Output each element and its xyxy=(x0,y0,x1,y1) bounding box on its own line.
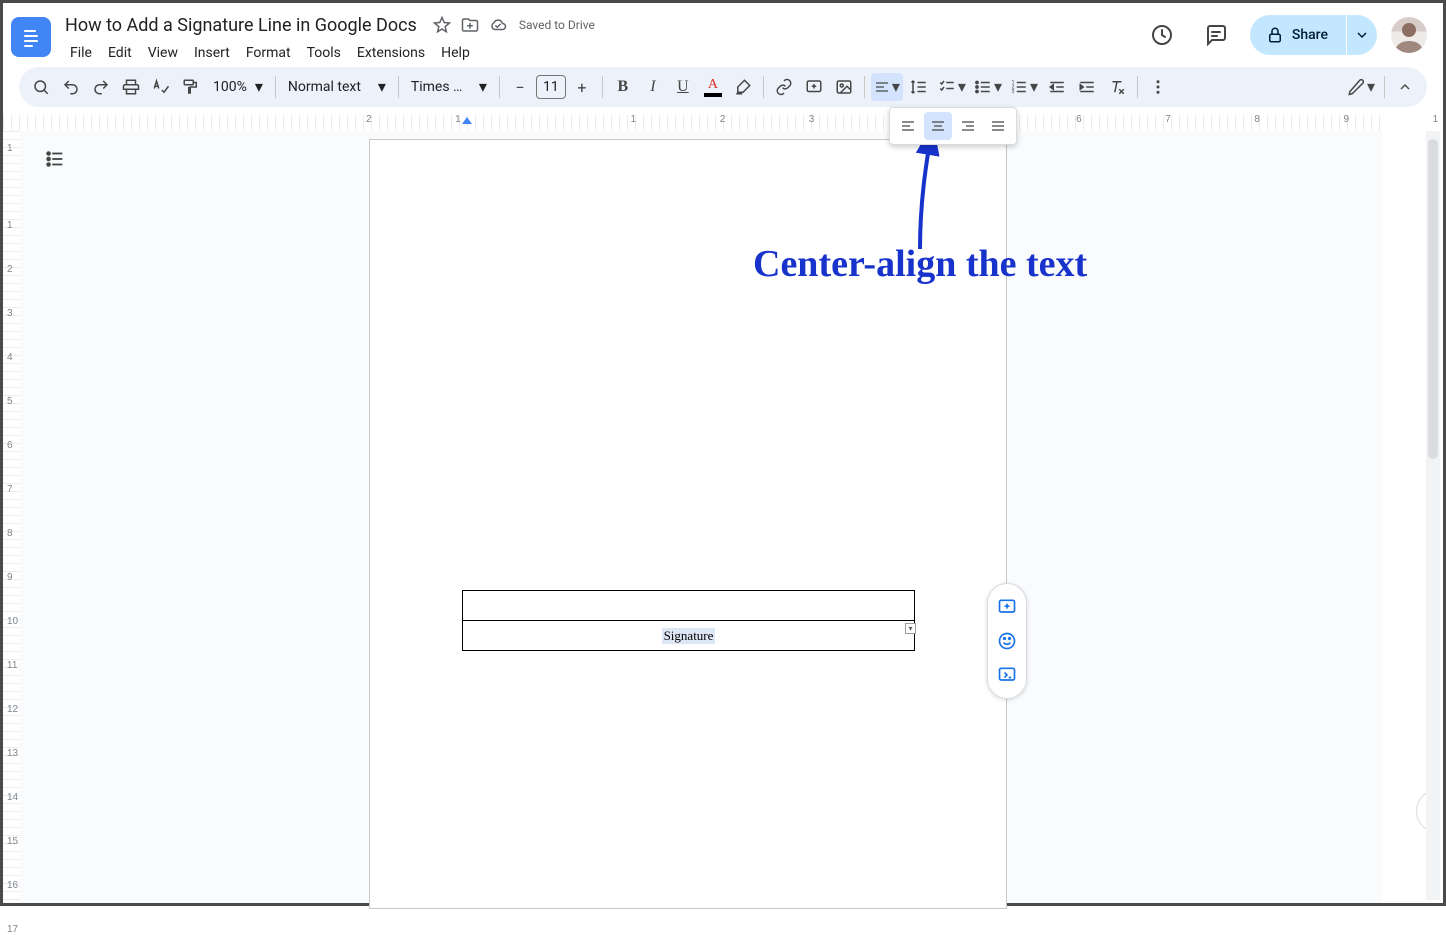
scrollbar-thumb[interactable] xyxy=(1428,139,1438,459)
undo-icon[interactable] xyxy=(57,73,85,101)
font-selector[interactable]: Times …▾ xyxy=(405,79,493,95)
insert-link-icon[interactable] xyxy=(770,73,798,101)
indent-marker[interactable] xyxy=(462,117,472,124)
menu-file[interactable]: File xyxy=(63,41,99,65)
svg-text:3: 3 xyxy=(1011,89,1014,95)
menu-insert[interactable]: Insert xyxy=(187,41,237,65)
style-value: Normal text xyxy=(288,79,361,95)
add-comment-side-icon[interactable] xyxy=(988,590,1026,624)
vertical-ruler-numbers: 11234567891011121314151617 xyxy=(7,143,18,935)
numbered-list-icon[interactable]: 123▾ xyxy=(1007,73,1041,101)
underline-icon[interactable]: U xyxy=(669,73,697,101)
hide-menus-icon[interactable] xyxy=(1391,73,1419,101)
menubar: File Edit View Insert Format Tools Exten… xyxy=(59,41,595,65)
table-cell-signature[interactable]: Signature ▾ xyxy=(463,621,915,651)
redo-icon[interactable] xyxy=(87,73,115,101)
cloud-saved-icon[interactable] xyxy=(489,16,507,34)
decrease-font-size[interactable]: − xyxy=(506,73,534,101)
save-status: Saved to Drive xyxy=(519,18,595,32)
increase-indent-icon[interactable] xyxy=(1073,73,1101,101)
paint-format-icon[interactable] xyxy=(177,73,205,101)
font-size-input[interactable]: 11 xyxy=(536,75,566,99)
bold-icon[interactable]: B xyxy=(609,73,637,101)
paragraph-style-selector[interactable]: Normal text▾ xyxy=(282,79,392,95)
suggest-edits-side-icon[interactable] xyxy=(988,658,1026,692)
align-justify-icon[interactable] xyxy=(984,112,1012,140)
toolbar: 100%▾ Normal text▾ Times …▾ − 11 + B I U… xyxy=(19,67,1427,107)
align-left-icon[interactable] xyxy=(894,112,922,140)
increase-font-size[interactable]: + xyxy=(568,73,596,101)
menu-view[interactable]: View xyxy=(141,41,185,65)
menu-help[interactable]: Help xyxy=(434,41,477,65)
signature-table[interactable]: Signature ▾ xyxy=(462,590,915,651)
menu-edit[interactable]: Edit xyxy=(101,41,139,65)
last-edit-icon[interactable] xyxy=(1142,15,1182,55)
zoom-value: 100% xyxy=(213,79,247,95)
spellcheck-icon[interactable] xyxy=(147,73,175,101)
table-row[interactable] xyxy=(463,591,915,621)
account-avatar[interactable] xyxy=(1391,17,1427,53)
checklist-icon[interactable]: ▾ xyxy=(935,73,969,101)
more-options-icon[interactable] xyxy=(1144,73,1172,101)
clear-formatting-icon[interactable] xyxy=(1103,73,1131,101)
menu-tools[interactable]: Tools xyxy=(300,41,348,65)
insert-image-icon[interactable] xyxy=(830,73,858,101)
align-options-popup xyxy=(889,107,1017,145)
add-comment-icon[interactable] xyxy=(800,73,828,101)
zoom-selector[interactable]: 100%▾ xyxy=(207,79,269,95)
document-title[interactable]: How to Add a Signature Line in Google Do… xyxy=(59,13,423,38)
table-row[interactable]: Signature ▾ xyxy=(463,621,915,651)
contextual-toolbar xyxy=(987,583,1027,699)
table-cell-options-icon[interactable]: ▾ xyxy=(905,623,916,634)
star-icon[interactable] xyxy=(433,16,451,34)
menu-format[interactable]: Format xyxy=(239,41,298,65)
bulleted-list-icon[interactable]: ▾ xyxy=(971,73,1005,101)
search-menus-icon[interactable] xyxy=(27,73,55,101)
show-outline-icon[interactable] xyxy=(37,141,73,177)
font-value: Times … xyxy=(411,79,463,95)
italic-icon[interactable]: I xyxy=(639,73,667,101)
decrease-indent-icon[interactable] xyxy=(1043,73,1071,101)
align-center-icon[interactable] xyxy=(924,112,952,140)
align-dropdown[interactable]: ▾ xyxy=(871,73,903,101)
line-spacing-icon[interactable] xyxy=(905,73,933,101)
share-button[interactable]: Share xyxy=(1250,15,1346,55)
docs-home-icon[interactable] xyxy=(11,17,51,57)
document-canvas: Signature ▾ xyxy=(19,131,1382,903)
print-icon[interactable] xyxy=(117,73,145,101)
align-right-icon[interactable] xyxy=(954,112,982,140)
table-cell-empty[interactable] xyxy=(463,591,915,621)
comments-icon[interactable] xyxy=(1196,15,1236,55)
editing-mode-dropdown[interactable]: ▾ xyxy=(1344,73,1378,101)
menu-extensions[interactable]: Extensions xyxy=(350,41,432,65)
vertical-scrollbar[interactable] xyxy=(1426,131,1440,900)
document-page[interactable]: Signature ▾ xyxy=(369,139,1007,909)
highlight-color-icon[interactable] xyxy=(729,73,757,101)
share-label: Share xyxy=(1292,27,1328,43)
text-color-icon[interactable]: A xyxy=(699,73,727,101)
share-dropdown[interactable] xyxy=(1347,15,1377,55)
add-emoji-side-icon[interactable] xyxy=(988,624,1026,658)
move-icon[interactable] xyxy=(461,16,479,34)
signature-text[interactable]: Signature xyxy=(662,628,716,644)
